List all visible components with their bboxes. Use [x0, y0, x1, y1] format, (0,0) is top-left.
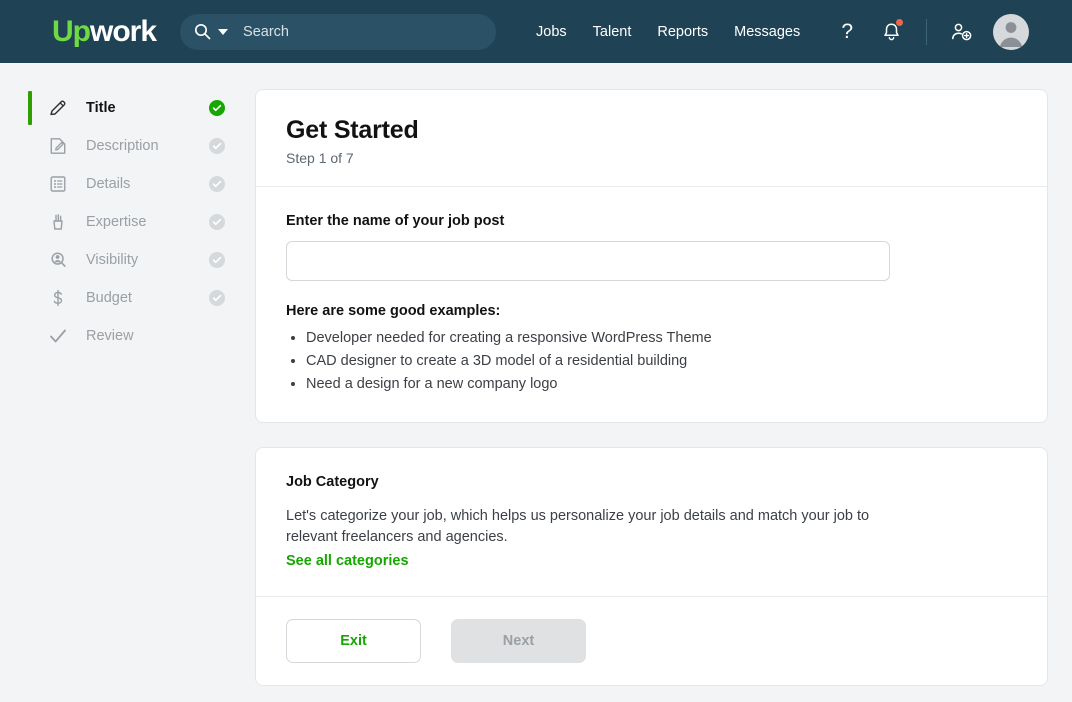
- examples-heading: Here are some good examples:: [286, 303, 1017, 319]
- avatar[interactable]: [993, 14, 1029, 50]
- job-title-label: Enter the name of your job post: [286, 213, 1017, 229]
- nav-item-reports[interactable]: Reports: [657, 24, 708, 40]
- help-icon[interactable]: ?: [834, 19, 860, 45]
- logo-text-up: Up: [52, 17, 90, 47]
- sidebar-item-title[interactable]: Title: [28, 89, 255, 127]
- upwork-logo[interactable]: Upwork: [52, 17, 156, 47]
- card-footer: Exit Next: [256, 596, 1047, 685]
- step-complete-check-icon: [209, 214, 225, 230]
- card-header: Get Started Step 1 of 7: [256, 90, 1047, 187]
- see-all-categories-link[interactable]: See all categories: [286, 553, 409, 569]
- main-nav: Jobs Talent Reports Messages: [536, 24, 800, 40]
- sidebar-item-budget[interactable]: Budget: [28, 279, 255, 317]
- person-search-icon: [44, 250, 72, 270]
- active-step-indicator: [28, 91, 32, 125]
- sidebar-item-label: Description: [86, 138, 159, 154]
- job-title-input[interactable]: [286, 241, 890, 281]
- top-navigation-bar: Upwork Search Jobs Talent Reports Messag…: [0, 0, 1072, 63]
- sidebar-item-label: Budget: [86, 290, 132, 306]
- sidebar-item-label: Title: [86, 100, 116, 116]
- step-complete-check-icon: [209, 252, 225, 268]
- sidebar-item-label: Visibility: [86, 252, 138, 268]
- sidebar-item-review[interactable]: Review: [28, 317, 255, 355]
- pen-cup-icon: [44, 212, 72, 232]
- header-divider: [926, 19, 927, 45]
- list-icon: [44, 174, 72, 194]
- sidebar-item-expertise[interactable]: Expertise: [28, 203, 255, 241]
- sidebar-item-visibility[interactable]: Visibility: [28, 241, 255, 279]
- step-complete-check-icon: [209, 290, 225, 306]
- sidebar-item-label: Expertise: [86, 214, 146, 230]
- pencil-icon: [44, 98, 72, 118]
- job-title-form: Enter the name of your job post Here are…: [256, 187, 1047, 422]
- step-complete-check-icon: [209, 100, 225, 116]
- sidebar-item-description[interactable]: Description: [28, 127, 255, 165]
- page-body: Title Description: [0, 63, 1072, 702]
- examples-list: Developer needed for creating a responsi…: [286, 327, 1017, 396]
- job-category-title: Job Category: [286, 474, 1017, 490]
- document-edit-icon: [44, 136, 72, 156]
- page-title: Get Started: [286, 116, 1017, 145]
- step-indicator-text: Step 1 of 7: [286, 150, 1017, 166]
- job-category-description: Let's categorize your job, which helps u…: [286, 506, 876, 548]
- notification-dot: [896, 19, 903, 26]
- logo-text-work: work: [90, 17, 156, 47]
- chevron-down-icon[interactable]: [218, 29, 228, 35]
- exit-button[interactable]: Exit: [286, 619, 421, 663]
- next-button[interactable]: Next: [451, 619, 586, 663]
- help-glyph: ?: [841, 21, 853, 42]
- job-category-card: Job Category Let's categorize your job, …: [255, 447, 1048, 686]
- job-category-section: Job Category Let's categorize your job, …: [256, 448, 1047, 596]
- list-item: Developer needed for creating a responsi…: [306, 327, 1017, 350]
- notifications-bell-icon[interactable]: [878, 19, 904, 45]
- nav-item-talent[interactable]: Talent: [593, 24, 632, 40]
- nav-item-jobs[interactable]: Jobs: [536, 24, 567, 40]
- checkmark-icon: [44, 326, 72, 346]
- get-started-card: Get Started Step 1 of 7 Enter the name o…: [255, 89, 1048, 423]
- sidebar-item-label: Details: [86, 176, 130, 192]
- header-icon-group: ?: [834, 14, 1029, 50]
- list-item: Need a design for a new company logo: [306, 373, 1017, 396]
- list-item: CAD designer to create a 3D model of a r…: [306, 350, 1017, 373]
- step-sidebar: Title Description: [0, 89, 255, 702]
- step-complete-check-icon: [209, 176, 225, 192]
- step-complete-check-icon: [209, 138, 225, 154]
- search-input[interactable]: Search: [243, 24, 289, 40]
- search-icon: [194, 23, 211, 40]
- nav-item-messages[interactable]: Messages: [734, 24, 800, 40]
- sidebar-item-details[interactable]: Details: [28, 165, 255, 203]
- main-content: Get Started Step 1 of 7 Enter the name o…: [255, 89, 1072, 702]
- dollar-icon: [44, 288, 72, 308]
- search-bar[interactable]: Search: [180, 14, 496, 50]
- add-person-icon[interactable]: [949, 19, 975, 45]
- sidebar-item-label: Review: [86, 328, 134, 344]
